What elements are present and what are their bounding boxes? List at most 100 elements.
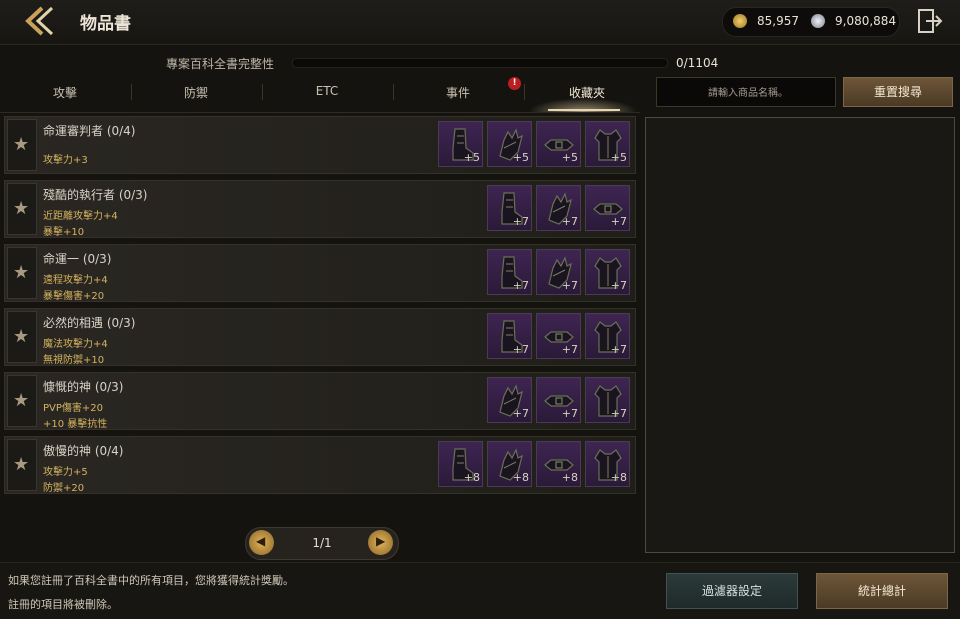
enhance-level: +8 <box>463 471 480 484</box>
category-tabs: 攻擊 防禦 ETC 事件 收藏夾 <box>0 76 640 113</box>
enhance-level: +8 <box>610 471 627 484</box>
favorite-star-button[interactable]: ★ <box>7 375 37 427</box>
exit-icon[interactable] <box>916 7 944 35</box>
favorite-star-button[interactable]: ★ <box>7 119 37 171</box>
item-slot[interactable]: +7 <box>536 249 581 295</box>
item-slot[interactable]: +7 <box>536 313 581 359</box>
prev-page-button[interactable]: ◀ <box>249 530 274 555</box>
set-bonus: 遠程攻擊力+4 <box>43 275 108 286</box>
enhance-level: +5 <box>512 151 529 164</box>
set-name: 命運一 (0/3) <box>43 252 112 266</box>
star-icon: ★ <box>13 390 30 411</box>
set-row[interactable]: ★ 傲慢的神 (0/4) 攻擊力+5 防禦+20 +8 +8 +8 +8 <box>4 436 636 494</box>
item-slot[interactable]: +7 <box>585 313 630 359</box>
silver-amount: 9,080,884 <box>835 14 897 28</box>
gold-amount: 85,957 <box>757 14 799 28</box>
search-input[interactable] <box>657 78 839 108</box>
item-preview-panel <box>645 117 955 553</box>
back-arrow-icon[interactable] <box>20 4 60 38</box>
item-slot[interactable]: +8 <box>487 441 532 487</box>
item-slot[interactable]: +5 <box>585 121 630 167</box>
set-name: 殘酷的執行者 (0/3) <box>43 188 148 202</box>
enhance-level: +7 <box>561 407 578 420</box>
top-bar: 物品書 85,957 9,080,884 <box>0 0 960 45</box>
item-slot[interactable]: +8 <box>585 441 630 487</box>
item-slot[interactable]: +7 <box>585 249 630 295</box>
enhance-level: +8 <box>512 471 529 484</box>
reset-search-button[interactable]: 重置搜尋 <box>843 77 953 107</box>
next-page-button[interactable]: ▶ <box>368 530 393 555</box>
page-title: 物品書 <box>80 14 131 34</box>
enhance-level: +5 <box>610 151 627 164</box>
star-icon: ★ <box>13 262 30 283</box>
enhance-level: +7 <box>561 215 578 228</box>
set-bonus: 攻擊力+5 <box>43 467 88 478</box>
tab-defense[interactable]: 防禦 <box>131 84 261 101</box>
set-row[interactable]: ★ 必然的相遇 (0/3) 魔法攻擊力+4 無視防禦+10 +7 +7 +7 <box>4 308 636 366</box>
tab-attack[interactable]: 攻擊 <box>0 84 130 101</box>
enhance-level: +7 <box>512 215 529 228</box>
item-slot[interactable]: +7 <box>585 185 630 231</box>
item-slot[interactable]: +7 <box>487 313 532 359</box>
currency-display: 85,957 9,080,884 <box>722 7 900 37</box>
set-bonus: 暴擊+10 <box>43 227 85 238</box>
tab-event[interactable]: 事件 <box>393 84 523 101</box>
set-bonus: 近距離攻擊力+4 <box>43 211 118 222</box>
set-name: 慷慨的神 (0/3) <box>43 380 124 394</box>
tab-favorites[interactable]: 收藏夾 <box>522 84 652 101</box>
star-icon: ★ <box>13 134 30 155</box>
set-row[interactable]: ★ 命運一 (0/3) 遠程攻擊力+4 暴擊傷害+20 +7 +7 +7 <box>4 244 636 302</box>
set-name: 傲慢的神 (0/4) <box>43 444 124 458</box>
pagination: ◀ 1/1 ▶ <box>245 527 399 560</box>
enhance-level: +7 <box>512 343 529 356</box>
item-slot[interactable]: +5 <box>536 121 581 167</box>
silver-gem-icon <box>811 14 825 28</box>
active-tab-indicator <box>548 109 620 111</box>
filter-settings-button[interactable]: 過濾器設定 <box>666 573 798 609</box>
item-slot[interactable]: +8 <box>536 441 581 487</box>
set-row[interactable]: ★ 命運審判者 (0/4) 攻擊力+3 +5 +5 +5 +5 <box>4 116 636 174</box>
info-text-line-2: 註冊的項目將被刪除。 <box>8 598 118 611</box>
set-row[interactable]: ★ 殘酷的執行者 (0/3) 近距離攻擊力+4 暴擊+10 +7 +7 +7 <box>4 180 636 238</box>
tab-etc[interactable]: ETC <box>262 84 392 98</box>
item-slot[interactable]: +7 <box>536 377 581 423</box>
favorite-star-button[interactable]: ★ <box>7 247 37 299</box>
enhance-level: +7 <box>561 279 578 292</box>
favorite-star-button[interactable]: ★ <box>7 439 37 491</box>
set-bonus: PVP傷害+20 <box>43 403 104 414</box>
item-slot[interactable]: +5 <box>438 121 483 167</box>
item-slot[interactable]: +7 <box>487 377 532 423</box>
next-arrow-icon: ▶ <box>376 534 386 548</box>
set-bonus: +10 暴擊抗性 <box>43 419 108 430</box>
set-bonus: 暴擊傷害+20 <box>43 291 105 302</box>
item-slot[interactable]: +8 <box>438 441 483 487</box>
set-bonus: 防禦+20 <box>43 483 85 494</box>
enhance-level: +7 <box>610 215 627 228</box>
set-bonus: 攻擊力+3 <box>43 155 88 166</box>
set-name: 必然的相遇 (0/3) <box>43 316 136 330</box>
info-text-line-1: 如果您註冊了百科全書中的所有項目，您將獲得統計獎勵。 <box>8 574 294 587</box>
item-slot[interactable]: +7 <box>585 377 630 423</box>
progress-bar <box>292 58 668 68</box>
favorite-star-button[interactable]: ★ <box>7 183 37 235</box>
page-indicator: 1/1 <box>312 536 332 550</box>
set-bonus: 無視防禦+10 <box>43 355 105 366</box>
enhance-level: +7 <box>561 343 578 356</box>
enhance-level: +5 <box>463 151 480 164</box>
item-slot[interactable]: +7 <box>487 185 532 231</box>
event-alert-badge: ! <box>508 77 521 90</box>
item-slot[interactable]: +5 <box>487 121 532 167</box>
favorite-star-button[interactable]: ★ <box>7 311 37 363</box>
set-row[interactable]: ★ 慷慨的神 (0/3) PVP傷害+20 +10 暴擊抗性 +7 +7 +7 <box>4 372 636 430</box>
stats-total-button[interactable]: 統計總計 <box>816 573 948 609</box>
set-bonus: 魔法攻擊力+4 <box>43 339 108 350</box>
enhance-level: +8 <box>561 471 578 484</box>
star-icon: ★ <box>13 454 30 475</box>
item-slot[interactable]: +7 <box>487 249 532 295</box>
enhance-level: +7 <box>610 407 627 420</box>
item-slot[interactable]: +7 <box>536 185 581 231</box>
progress-label: 專案百科全書完整性 <box>166 57 275 71</box>
progress-count: 0/1104 <box>676 56 719 70</box>
star-icon: ★ <box>13 326 30 347</box>
prev-arrow-icon: ◀ <box>256 534 266 548</box>
